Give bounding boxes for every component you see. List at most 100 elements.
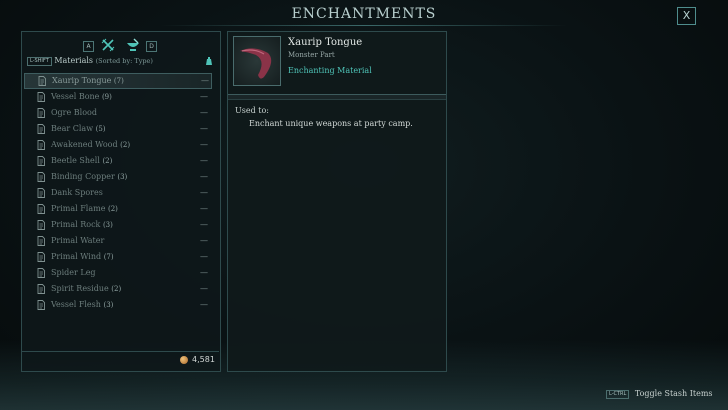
material-row[interactable]: Awakened Wood (2) — bbox=[24, 137, 210, 153]
material-row[interactable]: Primal Flame (2) — bbox=[24, 201, 210, 217]
material-count: (2) bbox=[111, 285, 122, 293]
row-dash: — bbox=[200, 236, 208, 245]
materials-panel: A D L-SHIFT Materials (Sorted by: Type) … bbox=[21, 31, 221, 372]
material-count: (2) bbox=[102, 157, 113, 165]
next-filter-key[interactable]: D bbox=[146, 41, 157, 52]
material-name: Beetle Shell bbox=[51, 156, 100, 165]
material-row[interactable]: Primal Water — bbox=[24, 233, 210, 249]
material-doc-icon bbox=[38, 76, 46, 86]
row-dash: — bbox=[200, 252, 208, 261]
tongue-icon bbox=[240, 48, 272, 79]
detail-divider bbox=[228, 94, 446, 100]
material-doc-icon bbox=[37, 124, 45, 134]
filter-bar: A D bbox=[22, 38, 220, 54]
row-dash: — bbox=[200, 268, 208, 277]
material-doc-icon bbox=[37, 236, 45, 246]
material-row[interactable]: Beetle Shell (2) — bbox=[24, 153, 210, 169]
row-dash: — bbox=[200, 108, 208, 117]
toggle-stash-prompt[interactable]: L-CTRL Toggle Stash Items bbox=[606, 389, 713, 401]
row-dash: — bbox=[200, 156, 208, 165]
material-name: Ogre Blood bbox=[51, 108, 97, 117]
material-name: Awakened Wood bbox=[51, 140, 118, 149]
sort-note: (Sorted by: Type) bbox=[95, 57, 153, 65]
material-row[interactable]: Vessel Bone (9) — bbox=[24, 89, 210, 105]
materials-header: L-SHIFT Materials (Sorted by: Type) bbox=[27, 56, 217, 68]
row-dash: — bbox=[200, 92, 208, 101]
row-dash: — bbox=[201, 76, 209, 85]
material-count: (9) bbox=[101, 93, 112, 101]
coin-icon bbox=[180, 356, 188, 364]
material-doc-icon bbox=[37, 172, 45, 182]
material-name: Spider Leg bbox=[51, 268, 96, 277]
material-name: Primal Wind bbox=[51, 252, 102, 261]
item-type: Monster Part bbox=[288, 51, 335, 59]
materials-label[interactable]: Materials bbox=[54, 56, 93, 65]
row-dash: — bbox=[200, 284, 208, 293]
material-row[interactable]: Primal Wind (7) — bbox=[24, 249, 210, 265]
material-row[interactable]: Primal Rock (3) — bbox=[24, 217, 210, 233]
material-doc-icon bbox=[37, 220, 45, 230]
row-dash: — bbox=[200, 124, 208, 133]
prev-filter-key[interactable]: A bbox=[83, 41, 94, 52]
material-name: Spirit Residue bbox=[51, 284, 109, 293]
material-count: (3) bbox=[117, 173, 128, 181]
mortar-icon[interactable] bbox=[125, 38, 141, 52]
material-name: Binding Copper bbox=[51, 172, 115, 181]
material-name: Xaurip Tongue bbox=[52, 76, 112, 85]
material-count: (7) bbox=[113, 77, 124, 85]
close-button[interactable]: X bbox=[677, 7, 696, 25]
toggle-stash-label: Toggle Stash Items bbox=[634, 389, 713, 398]
page-title: ENCHANTMENTS bbox=[291, 6, 437, 22]
material-name: Vessel Flesh bbox=[51, 300, 101, 309]
used-to-text: Enchant unique weapons at party camp. bbox=[249, 119, 413, 128]
material-row[interactable]: Xaurip Tongue (7) — bbox=[24, 73, 212, 89]
material-count: (3) bbox=[102, 221, 113, 229]
material-name: Primal Rock bbox=[51, 220, 101, 229]
material-count: (3) bbox=[103, 301, 114, 309]
row-dash: — bbox=[200, 300, 208, 309]
used-to-label: Used to: bbox=[235, 106, 269, 115]
material-row[interactable]: Spirit Residue (2) — bbox=[24, 281, 210, 297]
material-name: Primal Flame bbox=[51, 204, 106, 213]
material-row[interactable]: Dank Spores — bbox=[24, 185, 210, 201]
ctrl-key-tag: L-CTRL bbox=[606, 390, 630, 399]
material-name: Bear Claw bbox=[51, 124, 94, 133]
material-count: (5) bbox=[95, 125, 106, 133]
gold-display: 4,581 bbox=[21, 351, 219, 370]
material-count: (2) bbox=[107, 205, 118, 213]
material-row[interactable]: Binding Copper (3) — bbox=[24, 169, 210, 185]
material-row[interactable]: Ogre Blood — bbox=[24, 105, 210, 121]
shift-key-tag: L-SHIFT bbox=[27, 57, 52, 66]
material-row[interactable]: Bear Claw (5) — bbox=[24, 121, 210, 137]
material-doc-icon bbox=[37, 108, 45, 118]
item-detail-panel: Xaurip Tongue Monster Part Enchanting Ma… bbox=[227, 31, 447, 372]
stash-bag-icon bbox=[206, 57, 212, 65]
material-doc-icon bbox=[37, 156, 45, 166]
material-row[interactable]: Spider Leg — bbox=[24, 265, 210, 281]
materials-list: Xaurip Tongue (7) — Vessel Bone (9) — Ogre B… bbox=[24, 73, 218, 313]
material-count: (7) bbox=[103, 253, 114, 261]
gold-amount: 4,581 bbox=[192, 355, 215, 364]
material-doc-icon bbox=[37, 284, 45, 294]
material-row[interactable]: Vessel Flesh (3) — bbox=[24, 297, 210, 313]
row-dash: — bbox=[200, 188, 208, 197]
item-image bbox=[233, 36, 281, 86]
material-doc-icon bbox=[37, 300, 45, 310]
material-count: (2) bbox=[120, 141, 131, 149]
material-doc-icon bbox=[37, 188, 45, 198]
crossed-swords-icon[interactable] bbox=[101, 38, 115, 52]
row-dash: — bbox=[200, 172, 208, 181]
item-category: Enchanting Material bbox=[288, 66, 372, 75]
row-dash: — bbox=[200, 140, 208, 149]
row-dash: — bbox=[200, 204, 208, 213]
material-doc-icon bbox=[37, 268, 45, 278]
material-name: Dank Spores bbox=[51, 188, 103, 197]
material-doc-icon bbox=[37, 92, 45, 102]
item-name: Xaurip Tongue bbox=[288, 37, 363, 48]
title-divider bbox=[160, 25, 568, 26]
material-doc-icon bbox=[37, 204, 45, 214]
material-doc-icon bbox=[37, 252, 45, 262]
material-doc-icon bbox=[37, 140, 45, 150]
material-name: Vessel Bone bbox=[51, 92, 100, 101]
row-dash: — bbox=[200, 220, 208, 229]
